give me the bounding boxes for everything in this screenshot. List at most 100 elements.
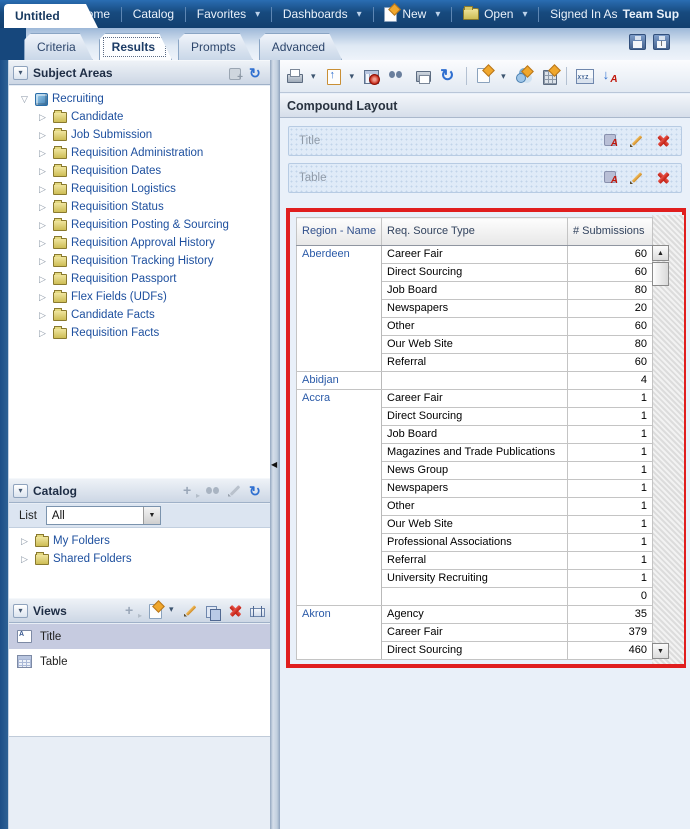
column-header-submissions[interactable]: # Submissions: [567, 217, 653, 246]
refresh-subject-areas-icon[interactable]: [249, 65, 265, 81]
views-list-item-table[interactable]: Table: [9, 649, 271, 674]
scroll-up-icon[interactable]: [652, 245, 669, 261]
add-catalog-item-icon[interactable]: [183, 483, 200, 500]
expand-icon[interactable]: [39, 328, 49, 339]
remove-view-icon[interactable]: [227, 603, 243, 619]
show-how-results-icon[interactable]: [388, 67, 406, 85]
table-view-bar[interactable]: Table: [288, 163, 682, 193]
views-list-item-title[interactable]: Title: [9, 624, 271, 649]
expand-icon[interactable]: [39, 220, 49, 231]
edit-view-icon[interactable]: [183, 603, 199, 619]
show-column-names-icon[interactable]: [575, 67, 594, 85]
collapse-sidebar-icon[interactable]: [271, 458, 279, 472]
subject-area-folder-job-submission[interactable]: Job Submission: [9, 126, 271, 144]
collapse-panel-icon[interactable]: [13, 603, 28, 618]
print-options-icon[interactable]: [414, 67, 432, 85]
format-container-icon[interactable]: [603, 170, 619, 186]
subject-area-folder-candidate-facts[interactable]: Candidate Facts: [9, 306, 271, 324]
expand-icon[interactable]: [39, 310, 49, 321]
nav-favorites-menu[interactable]: Favorites: [186, 7, 271, 21]
expand-icon[interactable]: [39, 166, 49, 177]
expand-icon[interactable]: [39, 202, 49, 213]
export-dropdown-icon[interactable]: [350, 70, 355, 82]
tab-results[interactable]: Results: [99, 33, 172, 60]
subject-area-folder-requisition-administration[interactable]: Requisition Administration: [9, 144, 271, 162]
column-header-region-name[interactable]: Region - Name: [296, 217, 382, 246]
expand-icon[interactable]: [21, 536, 31, 547]
scroll-down-icon[interactable]: [652, 643, 669, 659]
new-view-icon[interactable]: [147, 603, 163, 619]
expand-icon[interactable]: [39, 112, 49, 123]
refresh-catalog-icon[interactable]: [249, 483, 265, 499]
rename-view-icon[interactable]: [249, 603, 265, 619]
tab-prompts[interactable]: Prompts: [178, 33, 253, 60]
search-catalog-icon[interactable]: [205, 483, 221, 499]
nav-dashboards-menu[interactable]: Dashboards: [272, 7, 373, 21]
new-group-icon[interactable]: [514, 67, 532, 85]
subject-area-folder-flex-fields-udfs[interactable]: Flex Fields (UDFs): [9, 288, 271, 306]
expand-icon[interactable]: [39, 256, 49, 267]
source-type-cell: Career Fair: [381, 245, 568, 264]
column-header-req-source-type[interactable]: Req. Source Type: [381, 217, 568, 246]
catalog-list-dropdown[interactable]: All: [45, 506, 161, 525]
edit-view-icon[interactable]: [629, 133, 645, 149]
expand-icon[interactable]: [39, 238, 49, 249]
expand-icon[interactable]: [39, 274, 49, 285]
sidebar-splitter[interactable]: [270, 60, 280, 829]
save-as-icon[interactable]: [653, 34, 670, 50]
collapse-node-icon[interactable]: [21, 94, 31, 105]
subject-area-folder-requisition-tracking-history[interactable]: Requisition Tracking History: [9, 252, 271, 270]
dropdown-arrow-icon[interactable]: [142, 507, 160, 524]
save-icon[interactable]: [629, 34, 646, 50]
expand-icon[interactable]: [39, 148, 49, 159]
window-title-tab[interactable]: Untitled: [4, 4, 98, 28]
expand-icon[interactable]: [39, 130, 49, 141]
subject-area-root-recruiting[interactable]: Recruiting: [9, 90, 271, 108]
region-cell-accra[interactable]: Accra: [296, 389, 382, 606]
expand-icon[interactable]: [39, 292, 49, 303]
remove-view-icon[interactable]: [655, 133, 671, 149]
refresh-results-icon[interactable]: [440, 67, 458, 85]
new-view-dropdown-icon[interactable]: [169, 603, 177, 619]
new-view-toolbar-icon[interactable]: [475, 67, 493, 85]
edit-view-icon[interactable]: [629, 170, 645, 186]
import-formatting-icon[interactable]: [601, 67, 619, 85]
subject-area-folder-requisition-passport[interactable]: Requisition Passport: [9, 270, 271, 288]
remove-view-icon[interactable]: [655, 170, 671, 186]
region-cell-akron[interactable]: Akron: [296, 605, 382, 660]
format-container-icon[interactable]: [603, 133, 619, 149]
subject-area-folder-candidate[interactable]: Candidate: [9, 108, 271, 126]
collapse-panel-icon[interactable]: [13, 483, 28, 498]
region-cell-abidjan[interactable]: Abidjan: [296, 371, 382, 390]
collapse-panel-icon[interactable]: [13, 65, 28, 80]
new-view-toolbar-dropdown-icon[interactable]: [501, 70, 506, 82]
signed-in-user[interactable]: Team Sup: [623, 7, 679, 21]
subject-area-folder-requisition-dates[interactable]: Requisition Dates: [9, 162, 271, 180]
nav-open-menu[interactable]: Open: [452, 6, 538, 21]
region-cell-aberdeen[interactable]: Aberdeen: [296, 245, 382, 372]
print-dropdown-icon[interactable]: [311, 70, 316, 82]
print-icon[interactable]: [285, 67, 303, 85]
expand-icon[interactable]: [21, 554, 31, 565]
subject-area-folder-requisition-facts[interactable]: Requisition Facts: [9, 324, 271, 342]
nav-new-menu[interactable]: New: [373, 6, 451, 22]
subject-area-folder-requisition-logistics[interactable]: Requisition Logistics: [9, 180, 271, 198]
scrollbar-thumb[interactable]: [652, 262, 669, 286]
tab-criteria[interactable]: Criteria: [24, 33, 93, 60]
catalog-folder-my-folders[interactable]: My Folders: [9, 532, 271, 550]
subject-area-folder-requisition-posting-sourcing[interactable]: Requisition Posting & Sourcing: [9, 216, 271, 234]
add-subject-area-icon[interactable]: [227, 65, 243, 83]
export-icon[interactable]: [324, 67, 342, 85]
tab-advanced[interactable]: Advanced: [259, 33, 342, 60]
expand-icon[interactable]: [39, 184, 49, 195]
subject-area-folder-requisition-approval-history[interactable]: Requisition Approval History: [9, 234, 271, 252]
nav-catalog[interactable]: Catalog: [122, 7, 185, 21]
schedule-icon[interactable]: [362, 67, 381, 85]
subject-area-folder-requisition-status[interactable]: Requisition Status: [9, 198, 271, 216]
duplicate-view-icon[interactable]: [205, 603, 221, 621]
catalog-folder-shared-folders[interactable]: Shared Folders: [9, 550, 271, 568]
table-vertical-scrollbar[interactable]: [652, 245, 669, 659]
edit-catalog-icon[interactable]: [227, 483, 243, 499]
title-view-bar[interactable]: Title: [288, 126, 682, 156]
new-calculated-item-icon[interactable]: [540, 67, 558, 85]
